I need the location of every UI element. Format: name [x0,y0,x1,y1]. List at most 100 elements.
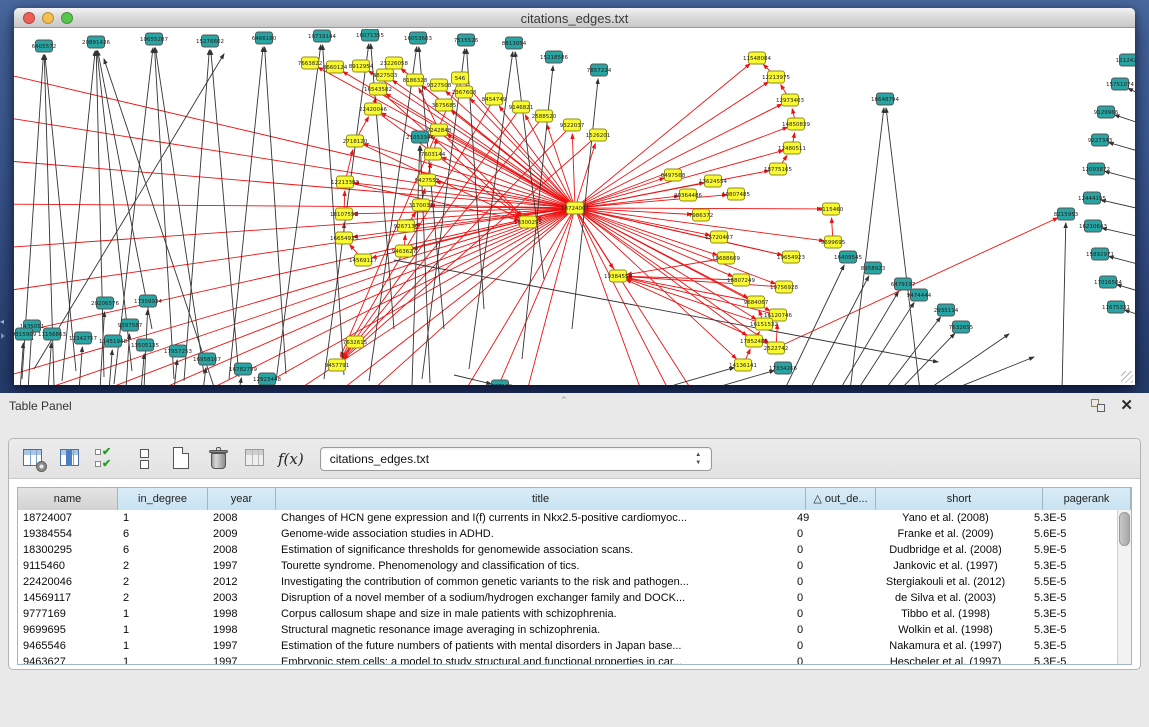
graph-node-14850839[interactable]: 14850839 [782,118,810,130]
table-cell[interactable]: 2 [118,590,208,606]
column-header-in_degree[interactable]: in_degree [118,488,208,510]
network-canvas[interactable]: 5461112420143505115262012367608252274225… [14,29,1135,385]
graph-node-16958107[interactable]: 16958107 [193,353,221,365]
table-cell[interactable]: 0 [792,654,862,664]
graph-node-15751074[interactable]: 15751074 [1106,78,1134,90]
table-cell[interactable]: 1 [118,638,208,654]
graph-node-11548084[interactable]: 11548084 [743,52,771,64]
column-header-short[interactable]: short [876,488,1043,510]
table-cell[interactable]: Structural magnetic resonance image aver… [276,622,792,638]
delete-icon[interactable] [206,446,232,472]
graph-node-9267130[interactable]: 9267130 [394,220,419,232]
graph-node-22420046[interactable]: 22420046 [359,103,387,115]
table-cell[interactable]: 19384554 [18,526,118,542]
table-row[interactable]: 1830029562008Estimation of significance … [18,542,1117,558]
graph-node-18775165[interactable]: 18775165 [764,163,792,175]
row-height-icon[interactable] [132,446,158,472]
table-cell[interactable]: 1 [118,654,208,664]
table-cell[interactable]: 5.3E-5 [1029,510,1117,526]
table-cell[interactable]: 0 [792,574,862,590]
table-cell[interactable]: 0 [792,558,862,574]
graph-node-6479197[interactable]: 6479197 [891,278,916,290]
network-view-window[interactable]: citations_edges.txt 54611124201435051152… [14,8,1135,385]
table-cell[interactable]: 2008 [208,510,276,526]
graph-node-12213975[interactable]: 12213975 [762,71,790,83]
table-row[interactable]: 1456911722003Disruption of a novel membe… [18,590,1117,606]
table-cell[interactable]: Hescheler et al. (1997) [862,654,1029,664]
graph-node-13505135[interactable]: 13505135 [131,339,159,351]
graph-node-16071355[interactable]: 16071355 [356,29,384,41]
graph-node-16409545[interactable]: 16409545 [834,251,862,263]
table-cell[interactable]: 5.6E-5 [1029,526,1117,542]
graph-node-12973403[interactable]: 12973403 [776,94,804,106]
table-cell[interactable]: Dudbridge et al. (2008) [862,542,1029,558]
graph-node-9699695[interactable]: 9699695 [821,236,846,248]
table-row[interactable]: 946554611997Estimation of the future num… [18,638,1117,654]
graph-node-10655287[interactable]: 10655287 [140,33,168,45]
table-cell[interactable]: 18300295 [18,542,118,558]
table-cell[interactable]: 0 [792,590,862,606]
delete-table-icon[interactable] [243,446,269,472]
graph-node-2588520[interactable]: 2588520 [532,110,557,122]
graph-node-16782759[interactable]: 16782759 [229,363,257,375]
table-cell[interactable]: 9115460 [18,558,118,574]
table-cell[interactable]: 1997 [208,558,276,574]
table-cell[interactable]: 5.3E-5 [1029,590,1117,606]
table-cell[interactable]: 5.3E-5 [1029,606,1117,622]
table-cell[interactable]: 9777169 [18,606,118,622]
table-row[interactable]: 2242004622012Investigating the contribut… [18,574,1117,590]
graph-node-23226058[interactable]: 23226058 [380,57,408,69]
table-cell[interactable]: 18724007 [18,510,118,526]
graph-node-6497568[interactable]: 6497568 [661,169,686,181]
table-cell[interactable]: 2 [118,574,208,590]
graph-node-20891436[interactable]: 20891436 [82,36,110,48]
column-header-year[interactable]: year [208,488,276,510]
table-cell[interactable]: 6 [118,526,208,542]
table-cell[interactable]: 2 [118,558,208,574]
table-cell[interactable]: 0 [792,622,862,638]
graph-node-9327508[interactable]: 9327508 [427,79,452,91]
graph-node-9397587[interactable]: 9397587 [118,319,143,331]
table-settings-icon[interactable] [21,446,47,472]
graph-node-9457791[interactable]: 9457791 [325,359,350,371]
table-cell[interactable]: Embryonic stem cells: a model to study s… [276,654,792,664]
table-cell[interactable]: 14569117 [18,590,118,606]
table-cell[interactable]: 1998 [208,606,276,622]
graph-node-7603144[interactable]: 7603144 [421,148,446,160]
graph-node-8958923[interactable]: 8958923 [861,262,886,274]
table-body[interactable]: 1872400712008Changes of HCN gene express… [18,510,1117,664]
table-cell[interactable]: 1998 [208,622,276,638]
graph-node-10719144[interactable]: 10719144 [308,30,336,42]
window-resize-grip[interactable] [1121,371,1133,383]
graph-node-15720407[interactable]: 15720407 [705,231,733,243]
table-row[interactable]: 1872400712008Changes of HCN gene express… [18,510,1117,526]
graph-node-9129966[interactable]: 9129966 [1094,106,1119,118]
float-panel-icon[interactable] [1091,399,1105,412]
table-cell[interactable]: Genome-wide association studies in ADHD. [276,526,792,542]
table-cell[interactable]: Estimation of significance thresholds fo… [276,542,792,558]
column-header-pagerank[interactable]: pagerank [1043,488,1131,510]
column-header-title[interactable]: title [276,488,806,510]
graph-node-16648794[interactable]: 16648794 [871,93,899,105]
graph-node-9427552[interactable]: 9427552 [415,174,440,186]
graph-node-14569117[interactable]: 14569117 [349,254,377,266]
graph-node-10807485[interactable]: 10807485 [722,188,750,200]
table-row[interactable]: 1938455462009Genome-wide association stu… [18,526,1117,542]
graph-node-3827503[interactable]: 3827503 [373,69,398,81]
graph-node-2935114[interactable]: 2935114 [934,304,959,316]
new-table-icon[interactable] [169,446,195,472]
table-cell[interactable]: 0 [792,542,862,558]
table-cell[interactable]: 2003 [208,590,276,606]
graph-node-9777169[interactable]: 9777169 [488,380,513,385]
table-cell[interactable]: 0 [792,638,862,654]
graph-node-9474444[interactable]: 9474444 [907,289,932,301]
table-cell[interactable]: Yano et al. (2008) [862,510,1029,526]
graph-node-15276602[interactable]: 15276602 [196,35,224,47]
graph-node-17016504[interactable]: 17016504 [1094,276,1122,288]
table-cell[interactable]: Jankovic et al. (1997) [862,558,1029,574]
graph-node-3170031[interactable]: 3170031 [409,199,434,211]
graph-node-15892971[interactable]: 15892971 [1086,248,1114,260]
graph-node-11675331[interactable]: 11675331 [1102,301,1130,313]
table-cell[interactable]: Estimation of the future numbers of pati… [276,638,792,654]
table-select-dropdown[interactable]: citations_edges.txt ▲▼ [320,447,712,471]
